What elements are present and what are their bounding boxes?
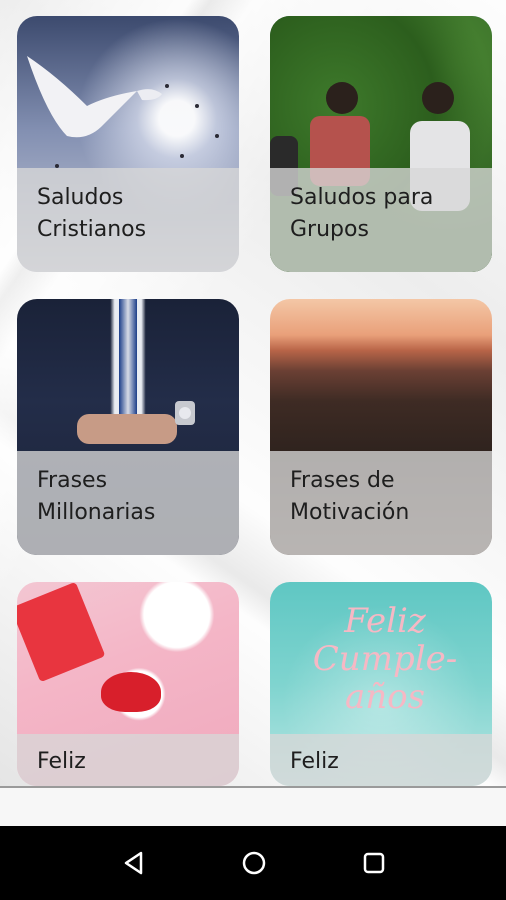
card-saludos-cristianos[interactable]: Saludos Cristianos bbox=[17, 16, 239, 272]
card-title-line1: Frases bbox=[37, 468, 108, 493]
card-title-line1: Feliz bbox=[37, 749, 86, 774]
card-caption: Saludos para Grupos bbox=[270, 168, 492, 272]
card-caption: Feliz bbox=[17, 734, 239, 786]
triangle-back-icon bbox=[124, 851, 143, 875]
home-button[interactable] bbox=[240, 849, 268, 877]
card-title-line2: Millonarias bbox=[37, 500, 156, 525]
card-title-line2: Grupos bbox=[290, 217, 369, 242]
card-title-line1: Saludos para bbox=[290, 185, 434, 210]
system-navigation-bar bbox=[0, 826, 506, 900]
card-caption: Saludos Cristianos bbox=[17, 168, 239, 272]
gift-box-shape bbox=[17, 582, 106, 683]
circle-home-icon bbox=[242, 851, 266, 875]
birthday-script-text: Feliz Cumple-años bbox=[312, 601, 458, 717]
card-title-line1: Feliz bbox=[290, 749, 339, 774]
card-title-line2: Motivación bbox=[290, 500, 410, 525]
gift-bow-shape bbox=[101, 672, 161, 712]
category-grid: Saludos Cristianos Saludos para Grupos F… bbox=[0, 0, 506, 786]
card-frases-de-motivacion[interactable]: Frases de Motivación bbox=[270, 299, 492, 555]
card-feliz-cumpleanos[interactable]: Feliz Cumple-años Feliz bbox=[270, 582, 492, 786]
recents-button[interactable] bbox=[360, 849, 388, 877]
card-frases-millonarias[interactable]: Frases Millonarias bbox=[17, 299, 239, 555]
bottom-bar-area bbox=[0, 788, 506, 826]
card-caption: Frases de Motivación bbox=[270, 451, 492, 555]
card-title-line2: Cristianos bbox=[37, 217, 147, 242]
card-saludos-para-grupos[interactable]: Saludos para Grupos bbox=[270, 16, 492, 272]
card-caption: Frases Millonarias bbox=[17, 451, 239, 555]
card-feliz-regalos[interactable]: Feliz bbox=[17, 582, 239, 786]
card-title-line1: Saludos bbox=[37, 185, 124, 210]
card-caption: Feliz bbox=[270, 734, 492, 786]
back-button[interactable] bbox=[120, 849, 148, 877]
square-recents-icon bbox=[363, 852, 385, 874]
card-title-line1: Frases de bbox=[290, 468, 395, 493]
